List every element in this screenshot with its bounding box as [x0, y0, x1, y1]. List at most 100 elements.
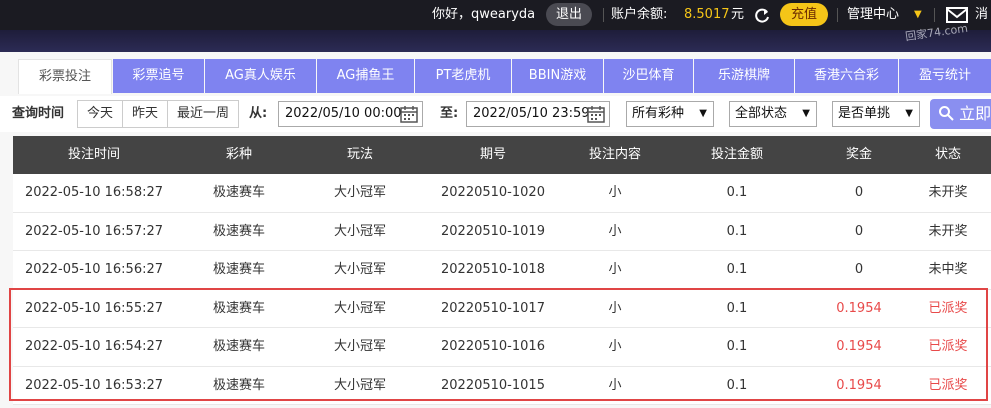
status-select[interactable]: 全部状态 ▼: [729, 101, 817, 127]
bet-records-table: 投注时间 彩种 玩法 期号 投注内容 投注金额 奖金 状态 2022-05-10…: [13, 136, 991, 405]
query-button[interactable]: 立即: [930, 99, 991, 129]
amount: 0.1: [726, 185, 748, 200]
issue: 20220510-1016: [441, 339, 545, 354]
status-value: 全部状态: [735, 106, 788, 121]
table-header: 投注时间 彩种 玩法 期号 投注内容 投注金额 奖金 状态: [13, 136, 991, 174]
to-date-value: 2022/05/10 23:59: [473, 106, 590, 121]
prize: 0.1954: [836, 300, 882, 316]
divider: [934, 8, 935, 22]
content: 小: [608, 300, 622, 316]
header-prize: 奖金: [845, 147, 872, 162]
table-row[interactable]: 2022-05-10 16:55:27 极速赛车 大小冠军 20220510-1…: [13, 289, 991, 328]
table-row[interactable]: 2022-05-10 16:53:27 极速赛车 大小冠军 20220510-1…: [13, 366, 991, 405]
tab-lottery-bet[interactable]: 彩票投注: [18, 59, 112, 94]
dropdown-arrow-icon: ▼: [802, 108, 810, 119]
divider: [603, 8, 604, 22]
greeting-text: 你好，qwearyda: [432, 7, 536, 22]
amount: 0.1: [726, 262, 748, 277]
content: 小: [608, 262, 622, 277]
lottery: 极速赛车: [212, 339, 265, 354]
tab-leyou-chess[interactable]: 乐游棋牌: [694, 59, 794, 93]
amount: 0.1: [726, 339, 748, 354]
issue: 20220510-1018: [441, 262, 545, 277]
table-row[interactable]: 2022-05-10 16:57:27 极速赛车 大小冠军 20220510-1…: [13, 212, 991, 251]
logout-button[interactable]: 退出: [546, 3, 592, 26]
content: 小: [608, 185, 622, 200]
management-center-menu[interactable]: 管理中心: [847, 0, 899, 30]
bet-time: 2022-05-10 16:53:27: [24, 377, 164, 393]
messages-link[interactable]: 消: [975, 0, 988, 30]
to-date-input[interactable]: 2022/05/10 23:59: [466, 101, 610, 127]
bet-time: 2022-05-10 16:54:27: [24, 339, 164, 354]
play: 大小冠军: [333, 185, 386, 200]
header-lottery: 彩种: [225, 147, 252, 162]
prize: 0: [854, 223, 864, 239]
header-band: [0, 30, 991, 52]
lottery: 极速赛车: [212, 185, 265, 200]
status: 已派奖: [928, 339, 968, 354]
play: 大小冠军: [333, 262, 386, 277]
quick-range-group: 今天 昨天 最近一周: [77, 100, 240, 128]
table-row[interactable]: 2022-05-10 16:56:27 极速赛车 大小冠军 20220510-1…: [13, 251, 991, 290]
issue: 20220510-1015: [441, 377, 545, 393]
to-label: 至:: [440, 106, 459, 121]
today-button[interactable]: 今天: [77, 100, 124, 128]
query-time-label: 查询时间: [12, 106, 65, 121]
calendar-icon[interactable]: [400, 105, 418, 123]
lottery: 极速赛车: [212, 223, 265, 239]
tab-ag-fishing[interactable]: AG捕鱼王: [317, 59, 414, 93]
lottery: 极速赛车: [212, 377, 265, 393]
header-play: 玩法: [346, 147, 373, 162]
bet-time: 2022-05-10 16:56:27: [24, 262, 164, 277]
refresh-icon[interactable]: [753, 0, 771, 30]
status: 未中奖: [928, 262, 968, 277]
amount: 0.1: [726, 377, 748, 393]
content: 小: [608, 339, 622, 354]
bet-time: 2022-05-10 16:55:27: [24, 300, 164, 316]
lottery-type-select[interactable]: 所有彩种 ▼: [626, 101, 714, 127]
tab-ag-live[interactable]: AG真人娱乐: [205, 59, 316, 93]
tab-hk-mark-six[interactable]: 香港六合彩: [795, 59, 898, 93]
yesterday-button[interactable]: 昨天: [123, 100, 169, 128]
amount: 0.1: [726, 300, 748, 316]
tab-profit-loss[interactable]: 盈亏统计: [899, 59, 991, 93]
lottery-type-value: 所有彩种: [632, 106, 685, 121]
header-issue: 期号: [479, 147, 506, 162]
dropdown-arrow-icon: ▼: [699, 108, 707, 119]
header-content: 投注内容: [588, 147, 641, 162]
play: 大小冠军: [333, 377, 386, 393]
calendar-icon[interactable]: [587, 105, 605, 123]
header-status: 状态: [934, 147, 961, 162]
play: 大小冠军: [333, 223, 386, 239]
divider: [837, 8, 838, 22]
from-label: 从:: [249, 106, 268, 121]
tab-lottery-chase[interactable]: 彩票追号: [113, 59, 204, 93]
single-pick-value: 是否单挑: [838, 106, 891, 121]
bet-time: 2022-05-10 16:57:27: [24, 223, 164, 239]
status: 已派奖: [928, 300, 968, 316]
tab-saba-sports[interactable]: 沙巴体育: [604, 59, 693, 93]
last-week-button[interactable]: 最近一周: [168, 100, 240, 128]
search-icon: [939, 106, 954, 121]
dropdown-arrow-icon: ▼: [905, 108, 913, 119]
play: 大小冠军: [333, 339, 386, 354]
top-bar: 你好，qwearyda 退出 账户余额: 8.5017 元 充值 管理中心 ▼ …: [0, 0, 991, 30]
prize: 0: [854, 185, 864, 200]
recharge-button[interactable]: 充值: [780, 3, 828, 26]
table-row[interactable]: 2022-05-10 16:54:27 极速赛车 大小冠军 20220510-1…: [13, 328, 991, 367]
tab-bbin-games[interactable]: BBIN游戏: [512, 59, 603, 93]
lottery: 极速赛车: [212, 300, 265, 316]
header-amount: 投注金额: [710, 147, 763, 162]
status: 未开奖: [928, 185, 968, 200]
bet-time: 2022-05-10 16:58:27: [24, 185, 164, 200]
tab-pt-slots[interactable]: PT老虎机: [415, 59, 511, 93]
from-date-input[interactable]: 2022/05/10 00:00: [278, 101, 423, 127]
lottery: 极速赛车: [212, 262, 265, 277]
balance-unit: 元: [731, 7, 745, 22]
amount: 0.1: [726, 223, 748, 239]
content: 小: [608, 223, 622, 239]
prize: 0.1954: [836, 339, 882, 354]
prize: 0: [854, 262, 864, 277]
single-pick-select[interactable]: 是否单挑 ▼: [832, 101, 920, 127]
table-row[interactable]: 2022-05-10 16:58:27 极速赛车 大小冠军 20220510-1…: [13, 174, 991, 213]
